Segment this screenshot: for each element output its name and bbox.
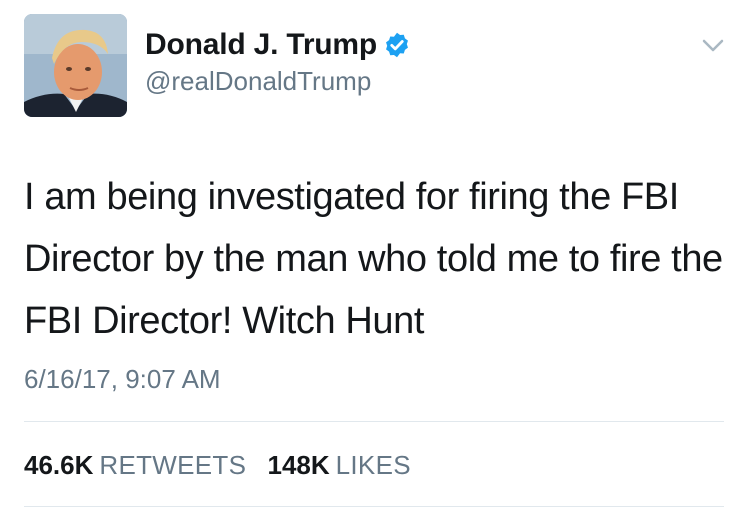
author-display-name[interactable]: Donald J. Trump [145, 28, 377, 62]
likes-stat[interactable]: 148K LIKES [267, 450, 410, 480]
retweets-stat[interactable]: 46.6K RETWEETS [24, 450, 253, 480]
avatar-image [24, 14, 127, 117]
divider [24, 506, 724, 507]
likes-count: 148K [267, 450, 330, 480]
verified-badge-icon [386, 32, 408, 58]
retweets-label: RETWEETS [99, 450, 247, 480]
author-handle[interactable]: @realDonaldTrump [145, 66, 371, 97]
avatar[interactable] [24, 14, 127, 117]
likes-label: LIKES [335, 450, 411, 480]
chevron-down-icon[interactable] [700, 36, 726, 56]
tweet-stats: 46.6K RETWEETS 148K LIKES [24, 450, 425, 481]
tweet-text: I am being investigated for firing the F… [24, 176, 723, 342]
tweet-timestamp[interactable]: 6/16/17, 9:07 AM [24, 364, 221, 395]
divider [24, 421, 724, 422]
retweets-count: 46.6K [24, 450, 94, 480]
